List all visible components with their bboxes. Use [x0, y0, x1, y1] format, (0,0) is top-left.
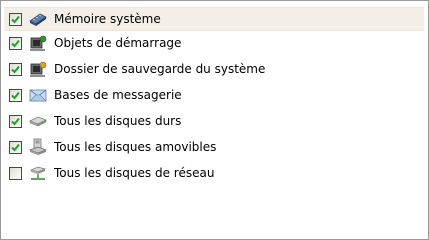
list-item-dossier-sauvegarde[interactable]: Dossier de sauvegarde du système — [4, 58, 424, 80]
checkbox-disques-amovibles[interactable] — [9, 140, 22, 154]
list-item-label: Objets de démarrage — [54, 36, 182, 50]
list-item-label: Dossier de sauvegarde du système — [54, 62, 266, 76]
checkbox-disques-reseau[interactable] — [9, 166, 22, 180]
list-item-label: Mémoire système — [54, 12, 161, 26]
list-item-disques-amovibles[interactable]: Tous les disques amovibles — [4, 136, 424, 158]
network-drive-icon — [28, 164, 48, 182]
list-item-disques-durs[interactable]: Tous les disques durs — [4, 110, 424, 132]
checkbox-disques-durs[interactable] — [9, 114, 22, 128]
removable-disk-icon — [28, 138, 48, 156]
checkbox-bases-messagerie[interactable] — [9, 88, 22, 102]
list-item-label: Bases de messagerie — [54, 88, 182, 102]
mail-envelope-icon — [28, 86, 48, 104]
memory-chip-icon — [28, 10, 48, 28]
list-item-label: Tous les disques durs — [54, 114, 182, 128]
list-item-disques-reseau[interactable]: Tous les disques de réseau — [4, 162, 424, 184]
list-item-label: Tous les disques amovibles — [54, 140, 217, 154]
system-restore-folder-icon — [28, 60, 48, 78]
list-item-objets-demarrage[interactable]: Objets de démarrage — [4, 32, 424, 54]
startup-objects-icon — [28, 34, 48, 52]
list-item-bases-messagerie[interactable]: Bases de messagerie — [4, 84, 424, 106]
checkbox-dossier-sauvegarde[interactable] — [9, 62, 22, 76]
checkbox-objets-demarrage[interactable] — [9, 36, 22, 50]
list-item-memoire-systeme[interactable]: Mémoire système — [4, 7, 424, 31]
checkbox-memoire-systeme[interactable] — [9, 12, 22, 26]
list-item-label: Tous les disques de réseau — [54, 166, 215, 180]
hard-disk-icon — [28, 112, 48, 130]
scan-targets-list[interactable]: Mémoire système Objets de démarrage Doss… — [0, 0, 429, 240]
